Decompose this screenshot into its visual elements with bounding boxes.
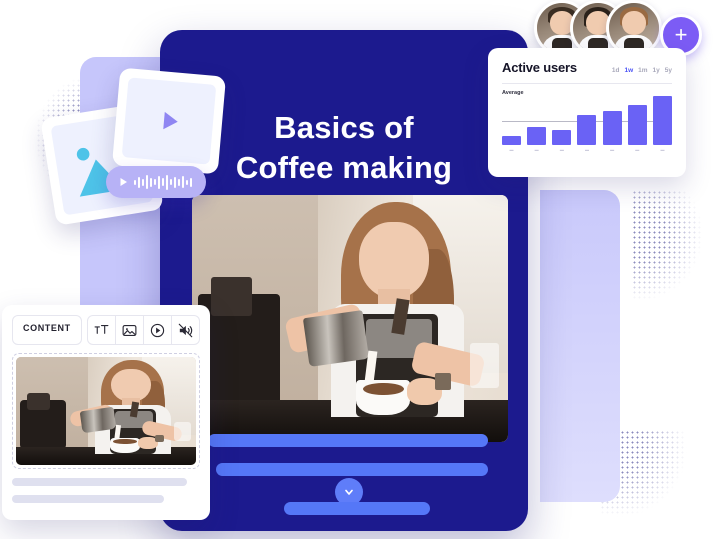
chart-bar-column: ▬	[577, 115, 597, 152]
chart-bar-label: ▬	[635, 147, 640, 152]
content-placeholder-bar-3	[284, 502, 430, 515]
analytics-card: Active users 1d 1w 1m 1y 5y Average ▬ ▬ ▬ ▬…	[488, 48, 686, 177]
chart-bar	[652, 96, 672, 145]
chart-bar-label: ▬	[509, 147, 514, 152]
divider	[502, 83, 672, 84]
hero-face	[359, 222, 429, 299]
hero-milk-pitcher	[302, 309, 369, 367]
content-placeholder-bar-1	[208, 434, 488, 447]
average-label: Average	[502, 90, 524, 96]
media-card-video	[111, 67, 227, 175]
hero-glass	[470, 343, 499, 388]
chart-bars: ▬ ▬ ▬ ▬ ▬ ▬ ▬	[502, 96, 672, 152]
thumb-machine-top	[26, 392, 51, 410]
hero-wristwatch	[435, 372, 452, 391]
content-thumbnail	[16, 357, 196, 465]
waveform-bar	[146, 175, 148, 189]
content-editor-panel: CONTENT	[2, 305, 210, 520]
waveform-bar	[186, 179, 188, 185]
chart-bar-label: ▬	[610, 147, 615, 152]
text-placeholder-line-2	[12, 495, 165, 503]
image-icon[interactable]	[116, 315, 144, 345]
chart-bar-column: ▬	[527, 127, 547, 152]
chart-bar-label: ▬	[534, 147, 539, 152]
mute-audio-icon[interactable]	[172, 315, 200, 345]
tab-content[interactable]: CONTENT	[12, 315, 82, 345]
waveform	[134, 174, 192, 190]
range-tab-1y[interactable]: 1y	[653, 67, 660, 74]
waveform-bar	[178, 178, 180, 186]
analytics-title: Active users	[502, 60, 577, 75]
chart-bar	[502, 136, 521, 145]
chart-bar-column: ▬	[602, 111, 622, 152]
play-triangle-icon	[121, 77, 217, 165]
range-tab-5y[interactable]: 5y	[665, 67, 672, 74]
dot-pattern-right	[632, 190, 702, 300]
audio-waveform-pill	[106, 166, 206, 198]
chart-bar	[602, 111, 622, 145]
chart-bar	[527, 127, 547, 145]
chart-bar-label: ▬	[660, 147, 665, 152]
active-users-bar-chart: ▬ ▬ ▬ ▬ ▬ ▬ ▬	[502, 96, 672, 160]
waveform-bar	[190, 177, 192, 187]
illustration-stage: Basics of Coffee making + Active users 1…	[0, 0, 714, 539]
avatar-face	[622, 11, 646, 35]
waveform-bar	[170, 179, 172, 185]
waveform-bar	[166, 174, 168, 190]
thumb-wristwatch	[154, 434, 164, 443]
thumb-glass	[174, 421, 191, 442]
chart-bar-column: ▬	[627, 105, 647, 152]
chart-bar-label: ▬	[584, 147, 589, 152]
chart-bar	[552, 130, 572, 145]
waveform-bar	[142, 178, 144, 186]
chart-bar-column: ▬	[552, 130, 572, 152]
content-placeholder-bar-2	[216, 463, 488, 476]
tool-icon-group	[87, 315, 200, 345]
waveform-bar	[158, 175, 160, 189]
thumb-milk-pitcher	[79, 406, 117, 433]
content-media-dropzone[interactable]	[12, 353, 200, 469]
waveform-bar	[138, 176, 140, 188]
background-panel-right	[540, 190, 620, 502]
plus-icon: +	[674, 22, 688, 47]
text-placeholder-line-1	[12, 478, 187, 486]
time-range-tabs: 1d 1w 1m 1y 5y	[612, 67, 672, 74]
chart-bar	[627, 105, 647, 145]
waveform-bar	[182, 176, 184, 188]
range-tab-1w[interactable]: 1w	[624, 67, 633, 74]
chart-bar	[577, 115, 597, 145]
waveform-bar	[134, 179, 136, 185]
waveform-bar	[162, 178, 164, 186]
chart-bar-label: ▬	[559, 147, 564, 152]
play-triangle-icon	[120, 178, 127, 186]
waveform-bar	[150, 177, 152, 187]
hero-image	[192, 195, 508, 442]
play-circle-icon[interactable]	[144, 315, 172, 345]
range-tab-1m[interactable]: 1m	[638, 67, 647, 74]
hero-machine-top	[210, 276, 253, 317]
hero-cup-coffee	[362, 382, 404, 396]
chart-bar-column: ▬	[652, 96, 672, 152]
analytics-header: Active users 1d 1w 1m 1y 5y	[502, 60, 672, 75]
chart-bar-column: ▬	[502, 136, 521, 152]
waveform-bar	[154, 179, 156, 185]
range-tab-1d[interactable]: 1d	[612, 67, 620, 74]
text-size-icon[interactable]	[87, 315, 116, 345]
content-toolbar: CONTENT	[12, 315, 200, 345]
waveform-bar	[174, 176, 176, 188]
